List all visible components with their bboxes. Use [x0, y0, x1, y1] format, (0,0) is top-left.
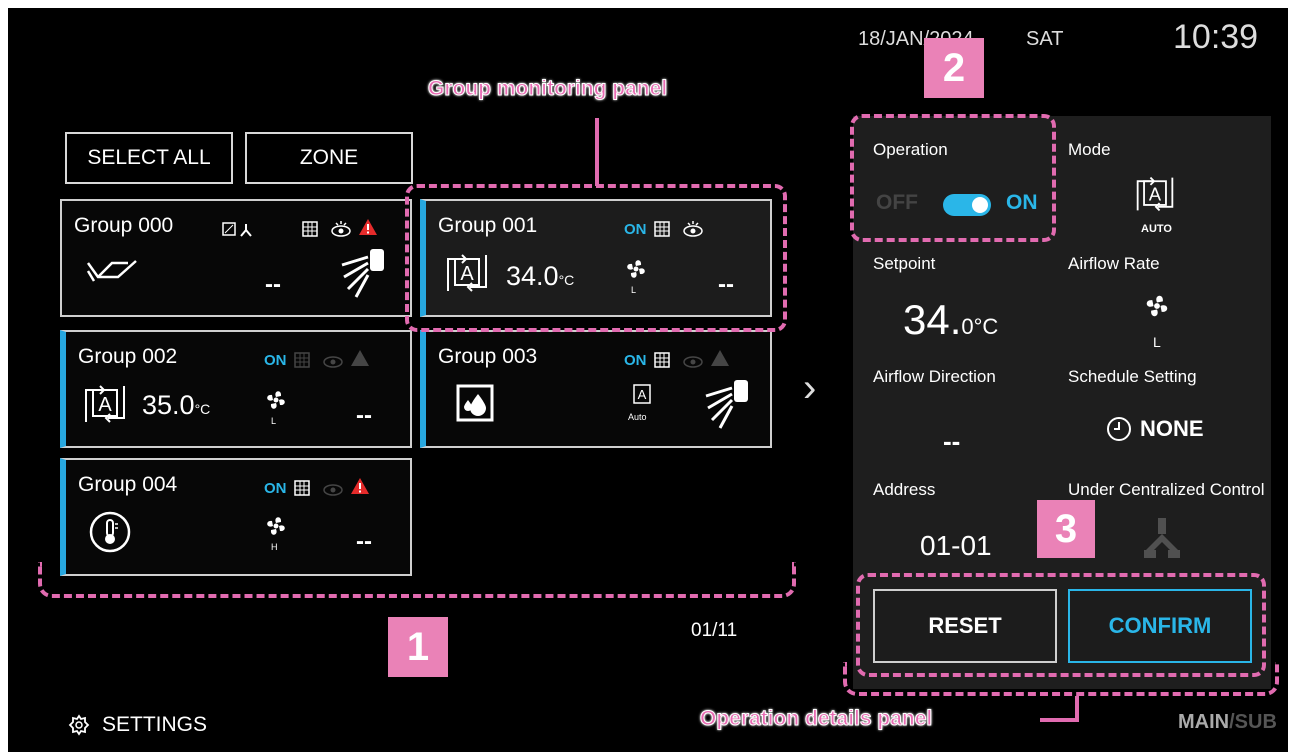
group-name: Group 002	[78, 345, 178, 368]
callout-line-3	[1040, 718, 1079, 722]
group-name: Group 004	[78, 473, 178, 496]
airflow-direction: --	[356, 402, 372, 429]
eye-icon	[331, 221, 351, 237]
address-value: 01-01	[920, 530, 992, 561]
grid-icon	[294, 352, 310, 368]
grid-icon	[654, 352, 670, 368]
main-label: MAIN	[1178, 711, 1230, 733]
setpoint-label: Setpoint	[873, 254, 936, 273]
fan-speed: L	[271, 416, 277, 426]
alarm-icon	[351, 350, 369, 366]
marker-1: 1	[388, 617, 448, 677]
airflow-direction-label: Airflow Direction	[873, 367, 996, 386]
mode-label: Mode	[1068, 140, 1111, 159]
gear-icon	[68, 714, 90, 736]
fan-icon	[267, 391, 285, 409]
grid-icon	[294, 480, 310, 496]
eye-icon	[323, 356, 343, 368]
group-card-002[interactable]: Group 002 ON A 35.0°C L --	[60, 330, 412, 448]
next-page-button[interactable]: ›	[803, 366, 816, 411]
clock-icon	[1107, 417, 1131, 441]
airflow-direction: --	[356, 528, 372, 555]
status-on: ON	[624, 352, 647, 369]
airflow-direction-value[interactable]: --	[943, 426, 960, 457]
status-on: ON	[264, 352, 287, 369]
group-panel-label: Group monitoring panel	[427, 77, 668, 101]
group-card-000[interactable]: Group 000 --	[60, 199, 412, 317]
zone-button[interactable]: ZONE	[245, 132, 413, 184]
alarm-icon	[711, 350, 729, 366]
fan-speed: H	[271, 542, 278, 552]
eye-icon	[683, 356, 703, 368]
schedule-value[interactable]: NONE	[1106, 416, 1204, 442]
group-panel-bracket	[38, 562, 796, 598]
day: SAT	[1026, 28, 1064, 50]
schedule-label: Schedule Setting	[1068, 367, 1197, 386]
callout-line	[595, 118, 599, 186]
marker-3: 3	[1037, 500, 1095, 558]
select-all-button[interactable]: SELECT ALL	[65, 132, 233, 184]
louver-icon	[705, 380, 748, 429]
eye-icon	[323, 484, 343, 496]
sub-label: /SUB	[1229, 711, 1277, 733]
group-name: Group 003	[438, 345, 538, 368]
auto-airflow-icon: A	[633, 384, 651, 404]
operation-toggle-highlight	[850, 114, 1056, 242]
alarm-icon	[351, 478, 369, 494]
airflow-rate-value: L	[1153, 334, 1161, 350]
louver-icon	[341, 249, 384, 298]
page-indicator: 01/11	[691, 620, 738, 641]
details-panel-label: Operation details panel	[699, 707, 933, 731]
group-name: Group 000	[74, 214, 174, 237]
marker-2: 2	[924, 38, 984, 98]
group-card-004[interactable]: Group 004 ON H --	[60, 458, 412, 576]
thermometer-icon	[89, 511, 131, 553]
dry-mode-icon	[456, 384, 494, 422]
mode-value: AUTO	[1141, 223, 1172, 235]
group-001-highlight	[405, 184, 787, 332]
status-on: ON	[264, 480, 287, 497]
clock: 10:39	[1173, 18, 1259, 56]
auto-mode-icon[interactable]: A	[1134, 172, 1176, 216]
settings-label: SETTINGS	[102, 713, 208, 736]
setpoint-value[interactable]: 34.0°C	[903, 296, 998, 344]
fan-icon[interactable]	[1143, 292, 1171, 320]
address-label: Address	[873, 480, 936, 499]
details-panel-bracket	[843, 662, 1279, 696]
svg-text:A: A	[98, 394, 112, 416]
centralized-control-icon	[1144, 518, 1180, 558]
group-card-003[interactable]: Group 003 ON A Auto	[420, 330, 772, 448]
airflow-rate-label: Airflow Rate	[1068, 254, 1160, 273]
svg-text:A: A	[638, 387, 647, 402]
filter-sensor-icon	[222, 222, 252, 237]
alarm-icon	[359, 219, 377, 235]
auto-mode-icon: A	[85, 385, 125, 423]
fan-icon	[267, 517, 285, 535]
airflow-label: Auto	[628, 412, 647, 422]
centralized-control-label: Under Centralized Control	[1068, 480, 1265, 499]
vent-mode-icon	[86, 260, 137, 282]
temp-value: --	[265, 271, 281, 298]
svg-text:A: A	[1149, 183, 1162, 204]
temp-value: 35.0°C	[142, 390, 211, 420]
settings-button[interactable]: SETTINGS	[68, 713, 207, 737]
grid-icon	[302, 221, 318, 237]
main-sub-switch[interactable]: MAIN/SUB	[1178, 711, 1277, 734]
